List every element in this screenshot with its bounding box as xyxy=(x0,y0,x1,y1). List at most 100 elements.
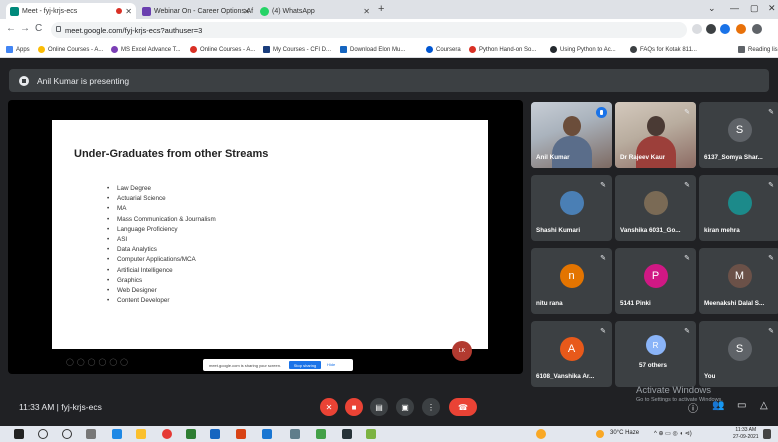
forward-icon[interactable]: → xyxy=(20,23,30,34)
coursera-icon xyxy=(426,46,433,53)
meeting-details-icon[interactable]: ⓘ xyxy=(688,400,698,415)
participant-tile[interactable]: ✎ kiran mehra xyxy=(699,175,778,241)
hide-share-bar-button[interactable]: Hide xyxy=(327,362,335,367)
participant-tile-self[interactable]: ✎ S You xyxy=(699,321,778,387)
participant-tile[interactable]: ✎ Vanshika 6031_Go... xyxy=(615,175,696,241)
system-tray-icons[interactable]: ^ ⊕ ▭ ◎ ◖ ⊲) xyxy=(654,430,692,437)
meet-window: Anil Kumar is presenting Under-Graduates… xyxy=(0,58,778,426)
participant-tile[interactable]: ✎ M Meenakshi Dalal S... xyxy=(699,248,778,314)
captions-button[interactable]: ▤ xyxy=(370,398,388,416)
participant-tile-rajeev-kaur[interactable]: ✎ Dr Rajeev Kaur xyxy=(615,102,696,168)
close-tab-icon[interactable]: ✕ xyxy=(243,7,250,16)
bookmark-item[interactable]: Python Hand-on So... xyxy=(469,46,536,53)
activities-icon[interactable]: △ xyxy=(760,400,768,411)
windows-start-icon[interactable] xyxy=(14,429,24,439)
mic-muted-icon: ✎ xyxy=(600,182,606,189)
address-bar[interactable]: meet.google.com/fyj-krjs-ecs?authuser=3 xyxy=(51,22,687,38)
slide-bullet-list: Law Degree Actuarial Science MA Mass Com… xyxy=(107,184,216,306)
word-icon[interactable] xyxy=(210,429,220,439)
close-window-button[interactable]: ✕ xyxy=(768,3,776,14)
participant-name: Meenakshi Dalal S... xyxy=(704,300,765,307)
slide-bullet: Computer Applications/MCA xyxy=(107,255,216,265)
menu-icon[interactable] xyxy=(752,24,762,34)
bookmark-label: Apps xyxy=(16,46,30,53)
search-icon[interactable] xyxy=(38,429,48,439)
bookmark-label: Python Hand-on So... xyxy=(479,46,537,53)
reload-icon[interactable]: C xyxy=(35,23,42,34)
stop-sharing-button[interactable]: Stop sharing xyxy=(289,361,321,369)
participant-tile[interactable]: ✎ S 6137_Somya Shar... xyxy=(699,102,778,168)
bookmark-item[interactable]: MS Excel Advance T... xyxy=(111,46,181,53)
bookmark-label: Coursera xyxy=(436,46,461,53)
bookmark-item[interactable]: Online Courses - A... xyxy=(38,46,103,53)
participant-tile-anil-kumar[interactable]: Anil Kumar xyxy=(531,102,612,168)
presentation-stage: Under-Graduates from other Streams Law D… xyxy=(8,100,523,374)
excel-icon[interactable] xyxy=(186,429,196,439)
powerpoint-icon[interactable] xyxy=(236,429,246,439)
tab-meet-title: Meet - fyj-krjs-ecs xyxy=(22,7,78,15)
mail-icon[interactable] xyxy=(262,429,272,439)
cast-icon[interactable] xyxy=(692,24,702,34)
slide-bullet: Data Analytics xyxy=(107,245,216,255)
present-button[interactable]: ▣ xyxy=(396,398,414,416)
mic-off-icon: ✕ xyxy=(325,402,333,412)
bookmark-item[interactable]: Online Courses - A... xyxy=(190,46,255,53)
edge-icon[interactable] xyxy=(112,429,122,439)
weather-text[interactable]: 30°C Haze xyxy=(610,430,639,436)
mic-muted-icon: ✎ xyxy=(768,255,774,262)
mic-muted-icon: ✎ xyxy=(768,182,774,189)
chat-icon[interactable]: ▭ xyxy=(737,400,746,411)
tab-whatsapp-title: (4) WhatsApp xyxy=(272,7,315,15)
participant-tile[interactable]: ✎ P 5141 Pinki xyxy=(615,248,696,314)
tab-webinar-title: Webinar On - Career Options Af xyxy=(154,7,254,15)
minimize-button[interactable]: — xyxy=(730,3,739,13)
participant-avatar xyxy=(643,191,668,215)
bookmark-item[interactable]: Using Python to Ac... xyxy=(550,46,616,53)
people-icon[interactable]: 👥 xyxy=(712,400,724,411)
maximize-button[interactable]: ▢ xyxy=(750,3,759,14)
update-icon[interactable] xyxy=(736,24,746,34)
bookmark-item[interactable]: Coursera xyxy=(426,46,461,53)
bookmark-item[interactable]: My Courses - CFI D... xyxy=(263,46,331,53)
app-icon[interactable] xyxy=(366,429,376,439)
slide-title: Under-Graduates from other Streams xyxy=(74,148,269,160)
back-icon[interactable]: ← xyxy=(6,23,16,34)
photos-icon[interactable] xyxy=(290,429,300,439)
profile-avatar[interactable] xyxy=(720,24,730,34)
chrome-icon[interactable] xyxy=(162,429,172,439)
tab-meet[interactable]: Meet - fyj-krjs-ecs ✕ xyxy=(6,3,136,19)
leave-call-button[interactable]: ☎ xyxy=(449,398,477,416)
task-view-icon[interactable] xyxy=(86,429,96,439)
tab-webinar[interactable]: Webinar On - Career Options Af ✕ xyxy=(138,3,254,19)
close-tab-icon[interactable]: ✕ xyxy=(125,7,132,16)
extension-icon[interactable] xyxy=(706,24,716,34)
bookmark-item[interactable]: Download Elon Mu... xyxy=(340,46,405,53)
tab-whatsapp[interactable]: (4) WhatsApp ✕ xyxy=(256,3,374,19)
participant-name: Shashi Kumari xyxy=(536,227,581,234)
presenter-banner: Anil Kumar is presenting xyxy=(9,69,769,92)
browser-toolbar: ← → C meet.google.com/fyj-krjs-ecs?authu… xyxy=(0,19,778,42)
app-icon[interactable] xyxy=(316,429,326,439)
file-explorer-icon[interactable] xyxy=(136,429,146,439)
reading-list-label: Reading lis xyxy=(748,46,778,53)
close-tab-icon[interactable]: ✕ xyxy=(363,7,370,16)
mic-toggle-button[interactable]: ✕ xyxy=(320,398,338,416)
bookmark-apps[interactable]: Apps xyxy=(6,46,30,53)
more-options-button[interactable]: ⋮ xyxy=(422,398,440,416)
participant-tile[interactable]: ✎ n nitu rana xyxy=(531,248,612,314)
bookmark-item[interactable]: FAQs for Kotak 811... xyxy=(630,46,697,53)
app-icon[interactable] xyxy=(342,429,352,439)
cortana-icon[interactable] xyxy=(62,429,72,439)
participant-tile-others[interactable]: ✎ R 57 others xyxy=(615,321,696,387)
camera-toggle-button[interactable]: ■ xyxy=(345,398,363,416)
mic-muted-icon: ✎ xyxy=(768,109,774,116)
taskbar-clock[interactable]: 11:33 AM 27-09-2021 xyxy=(733,427,759,441)
participant-name: kiran mehra xyxy=(704,227,740,234)
tab-search-icon[interactable]: ⌄ xyxy=(708,3,716,14)
notifications-icon[interactable] xyxy=(763,429,771,439)
participant-tile[interactable]: ✎ Shashi Kumari xyxy=(531,175,612,241)
new-tab-button[interactable]: + xyxy=(378,3,384,15)
weather-icon[interactable] xyxy=(536,429,546,439)
participant-tile[interactable]: ✎ A 6108_Vanshika Ar... xyxy=(531,321,612,387)
reading-list-button[interactable]: Reading lis xyxy=(738,46,778,53)
